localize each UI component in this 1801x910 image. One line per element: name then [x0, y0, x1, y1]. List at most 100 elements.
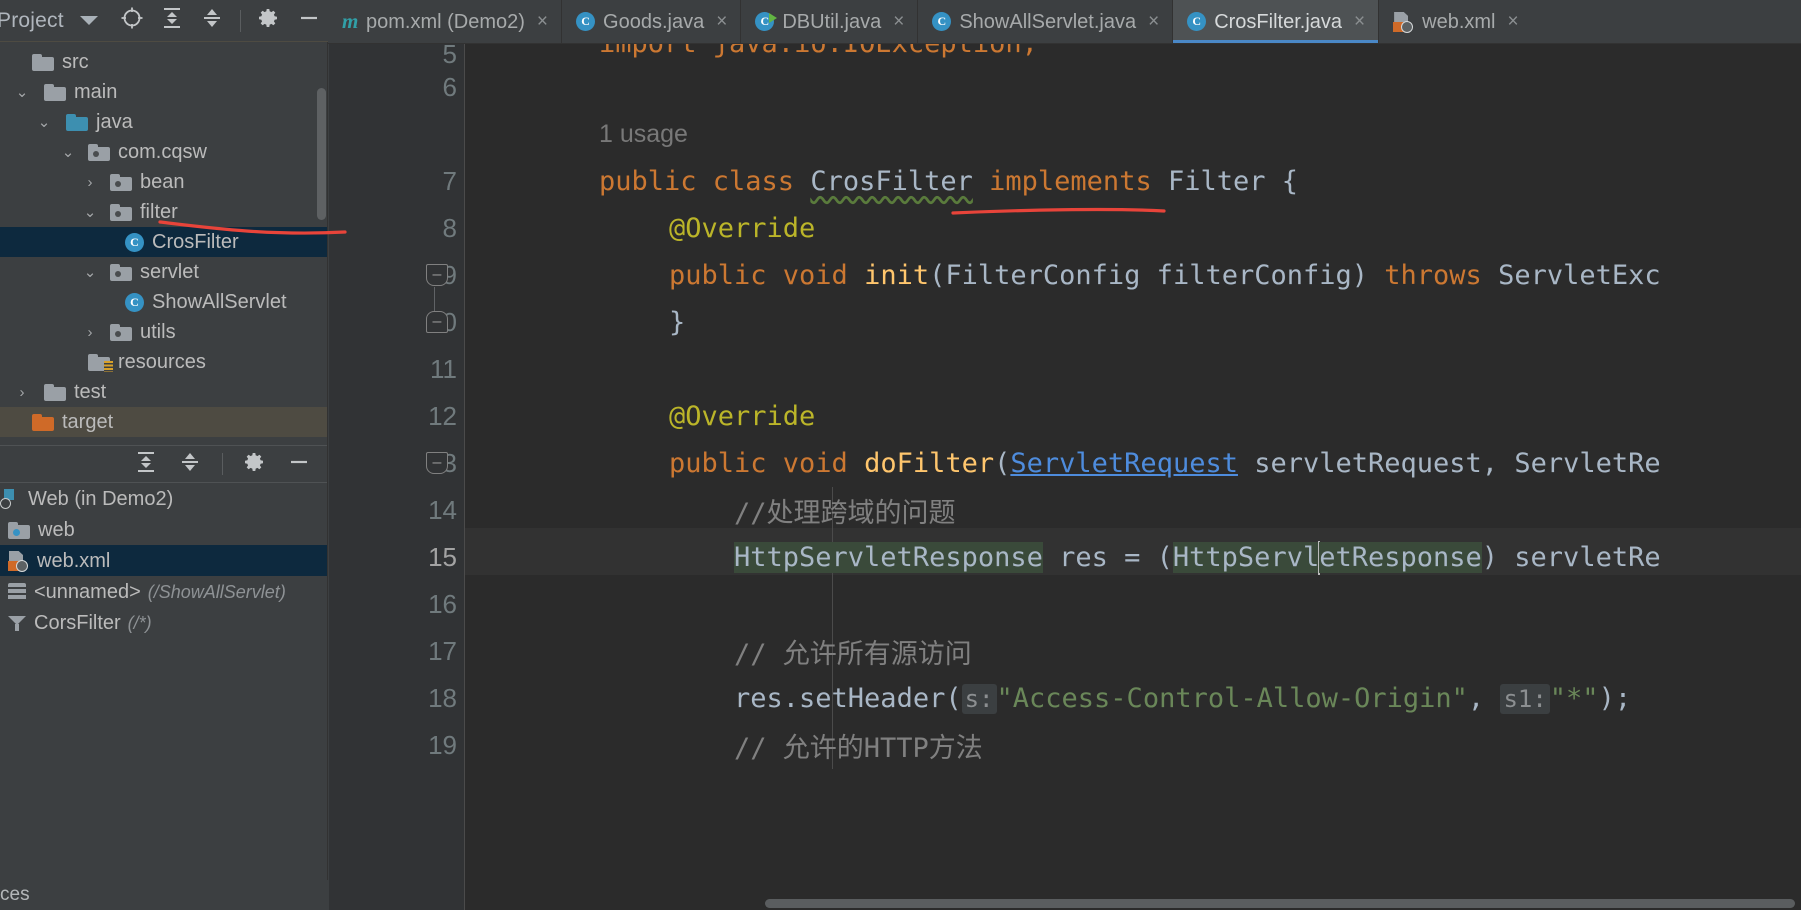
scrollbar-thumb[interactable] [765, 899, 1795, 908]
editor-tab-web-xml[interactable]: web.xml × [1378, 0, 1531, 43]
chevron-right-icon[interactable]: › [80, 172, 100, 192]
tree-item-label: java [96, 111, 133, 133]
parameter-hint[interactable]: s1: [1500, 683, 1550, 714]
tree-item-label: filter [140, 201, 178, 223]
web-item-mapping: (/*) [127, 612, 152, 633]
web-facet-icon [0, 488, 20, 509]
servlet-icon [8, 582, 26, 601]
tree-item-showallservlet[interactable]: C ShowAllServlet [0, 287, 327, 317]
tab-label: web.xml [1422, 10, 1496, 33]
tab-close-icon[interactable]: × [1354, 12, 1365, 31]
tree-item-label: servlet [140, 261, 199, 283]
package-folder-icon [88, 143, 110, 161]
xml-web-icon [8, 550, 29, 572]
code-token-method: init [864, 260, 930, 291]
editor-tab-pom-xml[interactable]: m pom.xml (Demo2) × [328, 0, 561, 43]
line-number: 5 [442, 44, 457, 69]
expand-all-icon[interactable] [134, 450, 158, 479]
web-item-label: CorsFilter [34, 611, 121, 634]
tree-item-target[interactable]: › target [0, 407, 327, 437]
tab-label: ShowAllServlet.java [959, 10, 1137, 33]
web-item-corsfilter[interactable]: CorsFilter (/*) [0, 607, 327, 638]
tree-item-java[interactable]: ⌄ java [0, 107, 327, 137]
code-token: ( [945, 683, 962, 714]
chevron-down-icon[interactable]: ⌄ [80, 262, 100, 282]
fold-marker-collapse[interactable]: – [426, 452, 448, 474]
tree-item-test[interactable]: › test [0, 377, 327, 407]
chevron-down-icon[interactable]: ⌄ [34, 112, 54, 132]
collapse-all-icon[interactable] [200, 6, 224, 35]
code-content[interactable]: 5 import java.io.IOException; 6 1 usage … [329, 44, 1801, 910]
package-folder-icon [110, 323, 132, 341]
tab-close-icon[interactable]: × [1148, 12, 1159, 31]
tree-item-bean[interactable]: › bean [0, 167, 327, 197]
tree-item-crosfilter[interactable]: C CrosFilter [0, 227, 327, 257]
chevron-down-icon[interactable] [79, 16, 98, 25]
ide-window: Project m pom.xml (Demo2) × C Goods.java… [0, 0, 1801, 910]
editor-tab-dbutil-java[interactable]: C DBUtil.java × [740, 0, 917, 43]
chevron-down-icon[interactable]: ⌄ [80, 202, 100, 222]
tab-close-icon[interactable]: × [537, 12, 548, 31]
code-token-classname: CrosFilter [810, 166, 973, 197]
tree-item-com-cqsw[interactable]: ⌄ com.cqsw [0, 137, 327, 167]
tab-label: pom.xml (Demo2) [366, 10, 525, 33]
tree-item-resources[interactable]: › resources [0, 347, 327, 377]
code-token: ); [1598, 683, 1632, 714]
tree-item-label: target [62, 411, 114, 433]
line-number: 11 [430, 354, 457, 384]
chevron-down-icon[interactable]: ⌄ [12, 82, 32, 102]
web-item-web[interactable]: web [0, 514, 327, 545]
package-folder-icon [110, 173, 132, 191]
editor-horizontal-scrollbar[interactable] [465, 896, 1801, 910]
expand-all-icon[interactable] [160, 6, 184, 35]
tree-item-main[interactable]: ⌄ main [0, 77, 327, 107]
chevron-right-icon[interactable]: › [80, 322, 100, 342]
folder-icon [44, 83, 66, 101]
tree-item-src[interactable]: › src [0, 47, 327, 77]
tab-close-icon[interactable]: × [1507, 12, 1518, 31]
web-item-web-xml[interactable]: web.xml [0, 545, 327, 576]
line-number-current: 15 [428, 542, 457, 572]
java-class-icon: C [125, 292, 144, 312]
editor-tab-goods-java[interactable]: C Goods.java × [561, 0, 740, 43]
code-token: ServletRe [1514, 448, 1661, 479]
fold-marker-end[interactable]: – [426, 311, 448, 333]
code-token: throws [1384, 260, 1482, 291]
tab-close-icon[interactable]: × [716, 12, 727, 31]
editor-tab-strip: m pom.xml (Demo2) × C Goods.java × C DBU… [328, 0, 1801, 44]
java-class-runnable-icon: C [755, 12, 778, 31]
gear-icon[interactable] [243, 450, 267, 479]
line-number: 7 [442, 166, 457, 196]
parameter-hint[interactable]: s: [961, 683, 997, 714]
tree-item-servlet[interactable]: ⌄ servlet [0, 257, 327, 287]
excluded-folder-icon [32, 413, 54, 431]
tree-item-label: bean [140, 171, 185, 193]
minimize-icon[interactable] [297, 6, 321, 35]
gear-icon[interactable] [257, 6, 281, 35]
code-token: Filter [1167, 166, 1266, 197]
chevron-right-icon[interactable]: › [12, 382, 32, 402]
code-token-link[interactable]: ServletRequest [1010, 448, 1238, 479]
code-editor[interactable]: 5 import java.io.IOException; 6 1 usage … [329, 44, 1801, 910]
java-class-icon: C [932, 12, 952, 31]
editor-tab-crosfilter-java[interactable]: C CrosFilter.java × [1172, 0, 1379, 43]
tree-item-filter[interactable]: ⌄ filter [0, 197, 327, 227]
status-bar-text: ces [0, 884, 30, 905]
tree-item-utils[interactable]: › utils [0, 317, 327, 347]
folder-icon [32, 53, 54, 71]
code-token: res = ( [1042, 542, 1173, 573]
fold-marker-collapse[interactable]: – [426, 264, 448, 286]
editor-tab-showallservlet-java[interactable]: C ShowAllServlet.java × [917, 0, 1172, 43]
locate-icon[interactable] [120, 6, 144, 35]
web-item-unnamed-servlet[interactable]: <unnamed> (/ShowAllServlet) [0, 576, 327, 607]
code-token: ServletExc [1481, 260, 1661, 291]
tab-close-icon[interactable]: × [893, 12, 904, 31]
collapse-all-icon[interactable] [178, 450, 202, 479]
minimize-icon[interactable] [287, 450, 311, 479]
status-bar: ces [0, 880, 328, 910]
usage-inlay-hint[interactable]: 1 usage [599, 111, 688, 158]
web-item-web-in-demo2[interactable]: Web (in Demo2) [0, 483, 327, 514]
sidebar-scrollbar-thumb[interactable] [317, 88, 326, 220]
chevron-down-icon[interactable]: ⌄ [58, 142, 78, 162]
code-token: ) servletRe [1481, 542, 1661, 573]
